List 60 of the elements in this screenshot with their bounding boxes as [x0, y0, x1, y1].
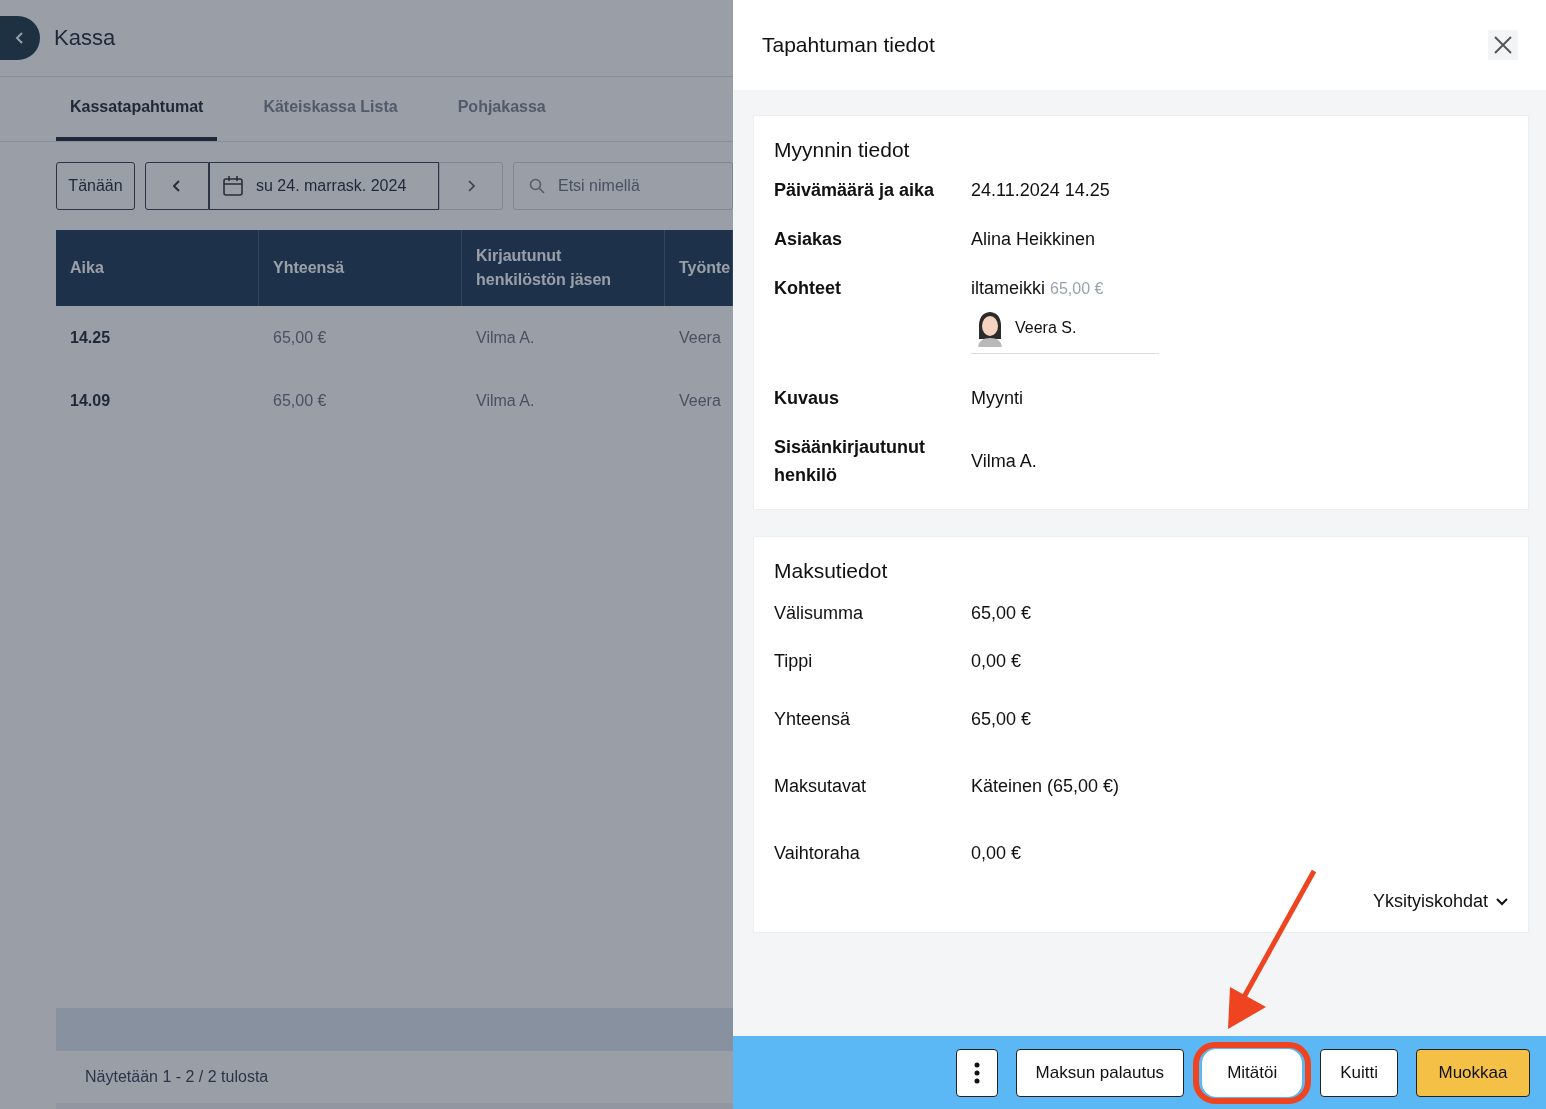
section-heading: Myynnin tiedot — [774, 138, 911, 162]
column-header: Yhteensä — [259, 230, 462, 306]
table-cell-text: Veera — [678, 327, 722, 348]
field-value: 0,00 € — [971, 651, 1022, 672]
field-value: 65,00 € — [971, 603, 1032, 624]
details-toggle[interactable]: Yksityiskohdat — [1372, 891, 1508, 912]
table-cell-text: Veera — [678, 390, 722, 411]
table-cell-text: 14.25 — [69, 327, 112, 348]
search-icon — [529, 178, 545, 194]
action-button[interactable]: Kuitti — [1320, 1048, 1398, 1097]
chevron-right-icon — [467, 180, 475, 192]
field-value: 65,00 € — [971, 709, 1032, 730]
table-cell-text: Vilma A. — [475, 327, 536, 348]
field-label: Asiakas — [774, 228, 844, 251]
field-value: Myynti — [971, 387, 1023, 410]
pagination-text: Näytetään 1 - 2 / 2 tulosta — [85, 1068, 269, 1086]
previous-button[interactable] — [145, 162, 209, 210]
section-heading: Maksutiedot — [774, 559, 889, 583]
field-value: 24.11.2024 14.25 — [971, 179, 1110, 202]
calendar-icon — [222, 175, 244, 197]
field-label: Kuvaus — [774, 387, 841, 410]
field-label: Yhteensä — [774, 709, 852, 730]
tab[interactable]: Kassatapahtumat — [56, 77, 218, 141]
table-cell-text: Vilma A. — [475, 390, 536, 411]
column-header: Aika — [56, 230, 259, 306]
search-field[interactable]: Etsi nimellä — [513, 162, 733, 210]
staff-name: Veera S. — [1015, 319, 1077, 337]
field-label: Sisäänkirjautunut henkilö — [774, 436, 927, 487]
panel-title: Tapahtuman tiedot — [762, 33, 935, 57]
action-button[interactable]: Maksun palautus — [1015, 1048, 1185, 1097]
field-label: Vaihtoraha — [774, 843, 861, 864]
more-icon — [973, 1061, 980, 1084]
column-header: Kirjautunut henkilöstön jäsen — [462, 230, 665, 306]
page-title: Kassa — [54, 25, 116, 51]
table-cell-text: 14.09 — [69, 390, 112, 411]
chevron-down-icon — [1496, 897, 1508, 906]
field-label: Tippi — [774, 651, 814, 672]
field-value: Vilma A. — [971, 450, 1037, 473]
chevron-left-icon — [173, 180, 181, 192]
date-picker[interactable]: su 24. marrask. 2024 — [209, 162, 439, 210]
field-value: 0,00 € — [971, 843, 1022, 864]
item-name: iltameikki — [971, 278, 1045, 298]
table-cell-text: 65,00 € — [272, 390, 328, 411]
back-button[interactable] — [0, 16, 40, 60]
field-label: Päivämäärä ja aika — [774, 179, 936, 202]
today-button[interactable]: Tänään — [56, 162, 135, 210]
item-price: 65,00 € — [1050, 280, 1104, 297]
back-icon — [15, 31, 25, 45]
field-label: Välisumma — [774, 603, 865, 624]
field-label: Maksutavat — [774, 776, 868, 797]
field-value: Käteinen (65,00 €) — [971, 776, 1120, 797]
table-cell-text: 65,00 € — [272, 327, 328, 348]
close-icon — [1494, 36, 1512, 54]
close-button[interactable] — [1488, 30, 1518, 60]
more-button[interactable] — [955, 1048, 998, 1097]
field-value: Alina Heikkinen — [971, 228, 1096, 251]
field-label: Kohteet — [774, 277, 842, 300]
avatar-icon — [975, 309, 1005, 347]
action-button[interactable]: Muokkaa — [1416, 1048, 1530, 1097]
action-button[interactable]: Mitätöi — [1202, 1048, 1303, 1097]
